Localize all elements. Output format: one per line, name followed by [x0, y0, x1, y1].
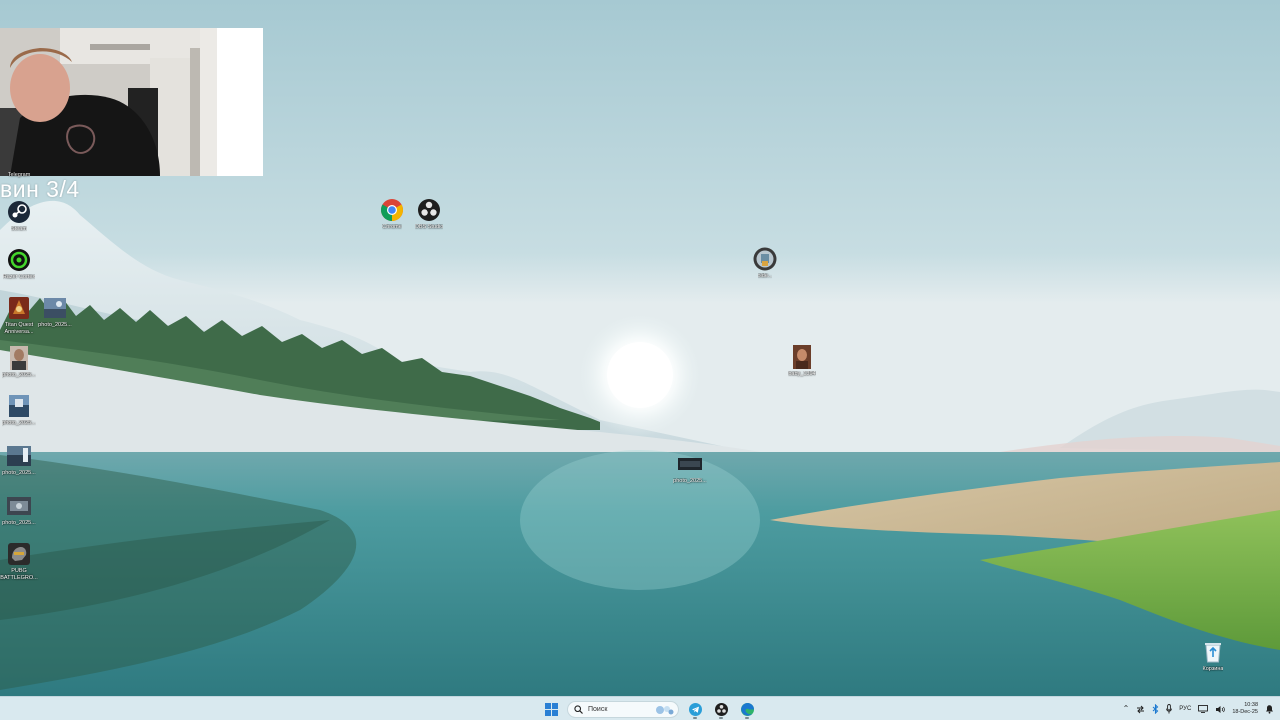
- desktop-icon-label: olde...: [757, 273, 773, 279]
- running-indicator: [719, 717, 723, 719]
- taskbar-search-box[interactable]: Поиск: [567, 700, 679, 718]
- desktop-icon-steam[interactable]: Steam: [0, 200, 42, 233]
- titan-quest-icon: [7, 296, 31, 320]
- photo-thumbnail-icon: [678, 452, 702, 476]
- desktop-icon-recycle-bin[interactable]: Корзина: [1190, 640, 1236, 673]
- windows-start-icon: [544, 702, 558, 716]
- taskbar-apps: Поиск: [541, 699, 757, 719]
- photo-thumbnail-icon: [790, 345, 814, 369]
- telegram-icon: [688, 702, 702, 716]
- avatar-icon: [753, 247, 777, 271]
- taskbar: Поиск ⌃ РУС 10:38 18-Dec-25: [0, 696, 1280, 720]
- webcam-overlay: [0, 28, 263, 176]
- desktop-icon-label: photo_2025...: [38, 322, 72, 328]
- webcam-person-image: [0, 28, 263, 176]
- microphone-icon[interactable]: [1166, 704, 1173, 714]
- taskbar-clock[interactable]: 10:38 18-Dec-25: [1232, 702, 1258, 716]
- razer-cortex-icon: [7, 248, 31, 272]
- edge-icon: [740, 702, 754, 716]
- desktop-icon-label: Razer Cortex: [2, 274, 36, 280]
- desktop-icon-label: Telegram: [7, 172, 31, 178]
- pubg-icon: [7, 542, 31, 566]
- volume-icon[interactable]: [1215, 705, 1226, 714]
- desktop-icon-photo[interactable]: photo_2025...: [0, 394, 42, 427]
- running-indicator: [745, 717, 749, 719]
- desktop-icon-label: baby_1394: [788, 371, 816, 377]
- start-button[interactable]: [541, 699, 561, 719]
- desktop-icon-photo[interactable]: baby_1394: [779, 345, 825, 378]
- desktop-icon-label: photo_2025...: [673, 478, 707, 484]
- system-tray: ⌃ РУС 10:38 18-Dec-25: [1123, 699, 1274, 719]
- clock-date: 18-Dec-25: [1232, 709, 1258, 715]
- taskbar-obs-button[interactable]: [711, 699, 731, 719]
- desktop-icon-razer-cortex[interactable]: Razer Cortex: [0, 248, 42, 281]
- desktop-icon-label: photo_2025...: [2, 420, 36, 426]
- notification-bell-icon[interactable]: [1265, 704, 1274, 714]
- chevron-up-icon[interactable]: ⌃: [1123, 704, 1130, 714]
- desktop-icon-label: PUBG BATTLEGRO...: [0, 568, 38, 581]
- network-icon[interactable]: [1198, 705, 1209, 713]
- taskbar-edge-button[interactable]: [737, 699, 757, 719]
- language-indicator[interactable]: РУС: [1179, 704, 1191, 714]
- desktop-icon-label: Корзина: [1202, 666, 1224, 672]
- desktop-icon-label: photo_2025...: [2, 470, 36, 476]
- desktop-icon-avatar[interactable]: olde...: [742, 247, 788, 280]
- search-highlight-icon: [656, 705, 674, 714]
- photo-thumbnail-icon: [7, 346, 31, 370]
- search-placeholder: Поиск: [588, 705, 608, 713]
- photo-thumbnail-icon: [43, 296, 67, 320]
- desktop-icon-telegram[interactable]: Telegram: [0, 170, 42, 179]
- desktop-icon-photo[interactable]: photo_2025...: [667, 452, 713, 485]
- running-indicator: [693, 717, 697, 719]
- sync-icon[interactable]: [1136, 705, 1145, 714]
- clock-time: 10:38: [1244, 702, 1258, 708]
- search-icon: [574, 704, 583, 714]
- photo-thumbnail-icon: [7, 394, 31, 418]
- desktop-icon-photo[interactable]: photo_2025...: [0, 444, 42, 477]
- photo-thumbnail-icon: [7, 494, 31, 518]
- desktop-icon-label: photo_2025...: [2, 520, 36, 526]
- obs-studio-icon: [417, 198, 441, 222]
- desktop-icon-photo[interactable]: photo_2025...: [0, 346, 42, 379]
- desktop-icon-label: Steam: [11, 226, 27, 232]
- desktop-icon-label: photo_2025...: [2, 372, 36, 378]
- desktop-icon-label: Chrome: [382, 224, 402, 230]
- chrome-icon: [380, 198, 404, 222]
- obs-icon: [714, 702, 728, 716]
- desktop-icon-photo[interactable]: photo_2025...: [0, 494, 42, 527]
- steam-icon: [7, 200, 31, 224]
- taskbar-telegram-button[interactable]: [685, 699, 705, 719]
- stream-overlay-text: вин 3/4: [0, 176, 80, 202]
- desktop-icon-label: OBS Studio: [414, 224, 444, 230]
- desktop-icon-obs-studio[interactable]: OBS Studio: [406, 198, 452, 231]
- bluetooth-icon[interactable]: [1152, 704, 1159, 714]
- desktop-icon-pubg[interactable]: PUBG BATTLEGRO...: [0, 542, 42, 582]
- recycle-bin-icon: [1201, 640, 1225, 664]
- photo-thumbnail-icon: [7, 444, 31, 468]
- desktop-icon-photo[interactable]: photo_2025...: [32, 296, 78, 329]
